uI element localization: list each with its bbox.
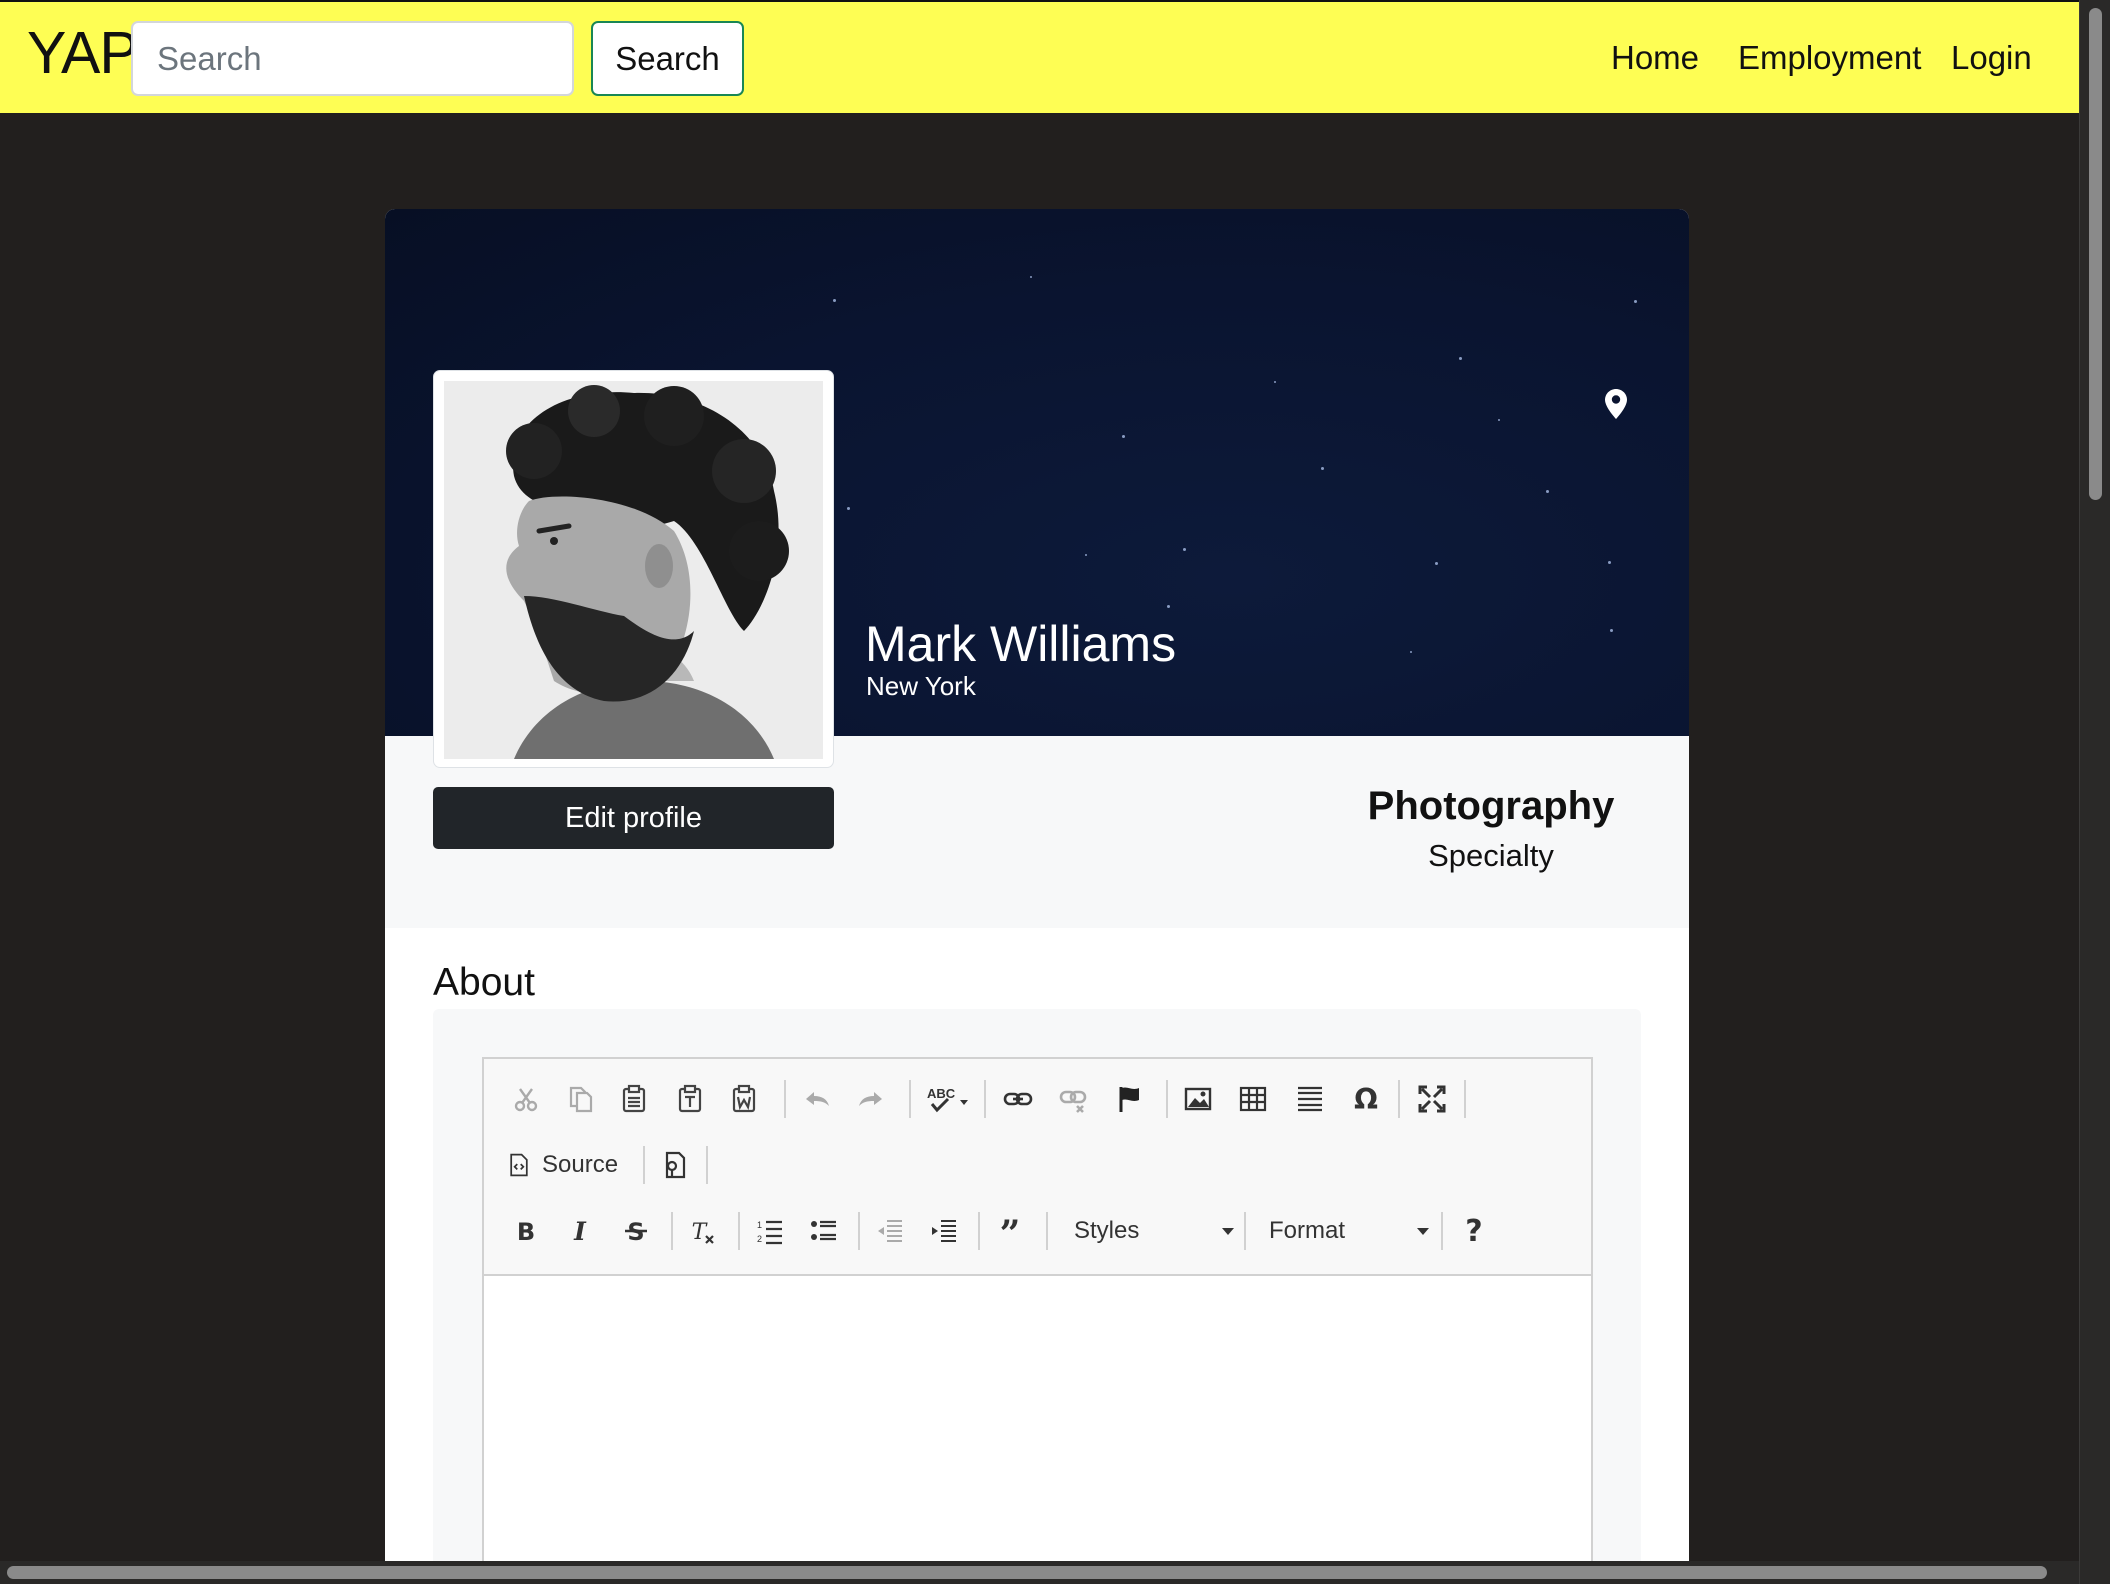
search-input[interactable] [131,21,574,96]
cut-icon[interactable] [506,1077,546,1121]
source-button[interactable]: Source [506,1143,630,1187]
svg-text:ABC: ABC [927,1086,956,1101]
svg-text:Ω: Ω [1354,1084,1378,1114]
top-navbar: YAP Search Home Employment Login [0,0,2079,113]
maximize-icon[interactable] [1412,1077,1452,1121]
help-icon[interactable]: ? [1454,1209,1494,1253]
unlink-icon[interactable] [1054,1077,1094,1121]
horizontal-scrollbar[interactable] [0,1561,2079,1584]
special-character-icon[interactable]: Ω [1346,1077,1386,1121]
editor-content-area[interactable] [484,1276,1591,1584]
copy-icon[interactable] [560,1077,600,1121]
bulleted-list-icon[interactable] [804,1209,844,1253]
increase-indent-icon[interactable] [924,1209,964,1253]
format-dropdown[interactable]: Format [1269,1209,1429,1253]
profile-card: Mark Williams New York Edit profile Phot… [385,209,1689,1584]
source-label: Source [542,1151,619,1178]
rich-text-editor: ABC Ω Source B I T 1 2 ” Styles Format ? [482,1057,1593,1584]
svg-text:B: B [517,1218,535,1246]
paste-text-icon[interactable] [670,1077,710,1121]
edit-profile-button[interactable]: Edit profile [433,787,834,849]
anchor-flag-icon[interactable] [1110,1077,1150,1121]
svg-text:2: 2 [757,1234,762,1244]
redo-icon[interactable] [851,1077,891,1121]
nav-link-login[interactable]: Login [1951,38,2032,78]
svg-text:”: ” [1000,1216,1021,1246]
horizontal-scrollbar-thumb[interactable] [7,1566,2047,1579]
svg-text:1: 1 [757,1220,762,1230]
italic-icon[interactable]: I [560,1209,600,1253]
format-label: Format [1269,1217,1346,1244]
strikethrough-icon[interactable]: S [616,1209,656,1253]
table-icon[interactable] [1233,1077,1273,1121]
search-button[interactable]: Search [591,21,744,96]
svg-text:T: T [692,1220,709,1245]
numbered-list-icon[interactable]: 12 [750,1209,790,1253]
link-icon[interactable] [998,1077,1038,1121]
paste-word-icon[interactable] [724,1077,764,1121]
avatar-photo [444,381,823,759]
remove-format-icon[interactable]: T [682,1209,722,1253]
profile-city: New York [866,671,976,701]
avatar [433,370,834,768]
nav-link-home[interactable]: Home [1611,38,1699,78]
nav-link-employment[interactable]: Employment [1738,38,1921,78]
paste-icon[interactable] [614,1077,654,1121]
brand-logo[interactable]: YAP [27,18,139,88]
horizontal-line-icon[interactable] [1290,1077,1330,1121]
chevron-down-icon [1222,1227,1234,1235]
svg-text:I: I [573,1217,587,1246]
spellcheck-icon[interactable]: ABC [920,1077,976,1121]
help-label: ? [1465,1213,1483,1249]
image-icon[interactable] [1178,1077,1218,1121]
styles-label: Styles [1074,1217,1140,1244]
templates-icon[interactable] [654,1143,694,1187]
decrease-indent-icon[interactable] [870,1209,910,1253]
vertical-scrollbar[interactable] [2079,0,2110,1584]
about-heading: About [433,961,535,1004]
undo-icon[interactable] [797,1077,837,1121]
vertical-scrollbar-thumb[interactable] [2089,8,2102,500]
blockquote-icon[interactable]: ” [990,1209,1030,1253]
editor-toolbar: ABC Ω Source B I T 1 2 ” Styles Format ? [484,1059,1591,1276]
map-pin-icon[interactable] [1605,389,1627,419]
styles-dropdown[interactable]: Styles [1074,1209,1234,1253]
chevron-down-icon [1417,1227,1429,1235]
profile-name: Mark Williams [865,616,1177,672]
specialty-value: Photography [1367,784,1615,828]
bold-icon[interactable]: B [506,1209,546,1253]
specialty-label: Specialty [1428,838,1554,873]
